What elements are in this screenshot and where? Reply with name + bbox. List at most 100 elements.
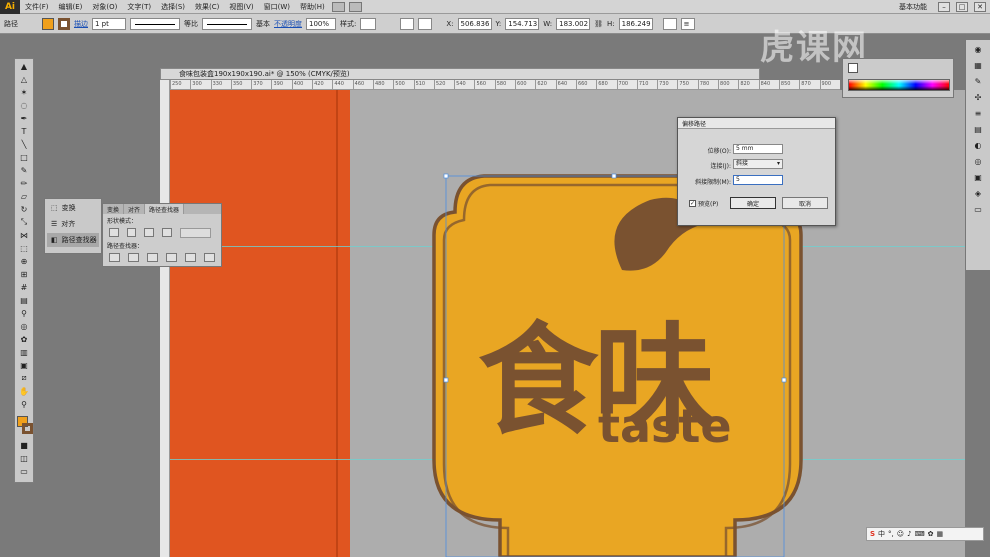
symbols-icon[interactable]: ✣ bbox=[970, 92, 986, 104]
eraser-tool-icon[interactable]: ▱ bbox=[16, 190, 32, 202]
zoom-tool-icon[interactable]: ⚲ bbox=[16, 398, 32, 410]
recolor-icon[interactable] bbox=[400, 17, 415, 30]
color-spectrum[interactable] bbox=[848, 79, 950, 91]
stroke-weight-field[interactable]: 1 pt bbox=[92, 17, 126, 30]
opacity-link[interactable]: 不透明度 bbox=[274, 19, 302, 29]
screen-mode-icon[interactable]: ▭ bbox=[16, 465, 32, 477]
artboards-icon[interactable]: ▭ bbox=[970, 204, 986, 216]
y-field[interactable]: 154.713 bbox=[505, 17, 540, 30]
swatches-icon[interactable]: ▦ bbox=[970, 60, 986, 72]
variable-width-profile[interactable] bbox=[130, 17, 180, 30]
gradient-icon[interactable]: ▤ bbox=[970, 124, 986, 136]
selection-handle[interactable] bbox=[611, 173, 617, 179]
menu-window[interactable]: 窗口(W) bbox=[259, 2, 295, 12]
menu-help[interactable]: 帮助(H) bbox=[295, 2, 330, 12]
transform-options-icon[interactable] bbox=[662, 17, 677, 30]
blend-tool-icon[interactable]: ◎ bbox=[16, 320, 32, 332]
width-tool-icon[interactable]: ⋈ bbox=[16, 229, 32, 241]
appearance-icon[interactable]: ◎ bbox=[970, 156, 986, 168]
menu-select[interactable]: 选择(S) bbox=[156, 2, 190, 12]
eyedropper-icon[interactable]: ⚲ bbox=[16, 307, 32, 319]
scale-tool-icon[interactable]: ⤡ bbox=[16, 216, 32, 228]
line-tool-icon[interactable]: ╲ bbox=[16, 138, 32, 150]
brushes-icon[interactable]: ✎ bbox=[970, 76, 986, 88]
magic-wand-icon[interactable]: ✶ bbox=[16, 86, 32, 98]
width-field[interactable]: 183.002 bbox=[556, 17, 591, 30]
crop-button[interactable] bbox=[166, 253, 177, 262]
slice-tool-icon[interactable]: ⧄ bbox=[16, 372, 32, 384]
keyboard-icon[interactable]: ⌨ bbox=[915, 530, 925, 538]
graphic-styles-icon[interactable]: ▣ bbox=[970, 172, 986, 184]
hand-tool-icon[interactable]: ✋ bbox=[16, 385, 32, 397]
intersect-button[interactable] bbox=[144, 228, 155, 237]
align-panel-button[interactable]: ☰ 对齐 bbox=[47, 217, 99, 231]
divide-button[interactable] bbox=[109, 253, 120, 262]
selection-handle[interactable] bbox=[443, 377, 449, 383]
emoji-icon[interactable]: ☺ bbox=[897, 530, 904, 538]
rectangle-tool-icon[interactable]: □ bbox=[16, 151, 32, 163]
fill-stroke-widget[interactable] bbox=[15, 414, 33, 438]
height-field[interactable]: 186.249 bbox=[618, 17, 653, 30]
brush-definition[interactable] bbox=[202, 17, 252, 30]
layers-icon[interactable]: ◈ bbox=[970, 188, 986, 200]
x-field[interactable]: 506.836 bbox=[457, 17, 492, 30]
draw-mode-icon[interactable]: ◫ bbox=[16, 452, 32, 464]
transparency-icon[interactable]: ◐ bbox=[970, 140, 986, 152]
menu-type[interactable]: 文字(T) bbox=[122, 2, 156, 12]
color-panel-icon[interactable]: ◉ bbox=[970, 44, 986, 56]
selection-tool-icon[interactable]: ▲ bbox=[16, 60, 32, 72]
trim-button[interactable] bbox=[128, 253, 139, 262]
free-transform-icon[interactable]: ⬚ bbox=[16, 242, 32, 254]
symbol-sprayer-icon[interactable]: ✿ bbox=[16, 333, 32, 345]
workspace-switcher[interactable]: 基本功能 bbox=[894, 2, 932, 12]
shape-builder-icon[interactable]: ⊕ bbox=[16, 255, 32, 267]
outline-button[interactable] bbox=[185, 253, 196, 262]
direct-selection-tool-icon[interactable]: △ bbox=[16, 73, 32, 85]
minimize-icon[interactable]: – bbox=[938, 2, 950, 12]
transform-panel-button[interactable]: ⬚ 变换 bbox=[47, 201, 99, 215]
stroke-icon[interactable]: ≡ bbox=[970, 108, 986, 120]
minus-front-button[interactable] bbox=[126, 228, 137, 237]
punctuation-icon[interactable]: °, bbox=[888, 530, 894, 538]
lasso-tool-icon[interactable]: ◌ bbox=[16, 99, 32, 111]
perspective-grid-icon[interactable]: ⊞ bbox=[16, 268, 32, 280]
cancel-button[interactable]: 取消 bbox=[782, 197, 828, 209]
offset-input[interactable]: 5 mm bbox=[733, 144, 783, 154]
document-tab[interactable]: 食味包装盒190x190x190.ai* @ 150% (CMYK/预览) bbox=[160, 68, 760, 80]
selection-handle[interactable] bbox=[443, 173, 449, 179]
voice-icon[interactable]: ♪ bbox=[907, 530, 911, 538]
stroke-swatch[interactable] bbox=[58, 17, 70, 30]
horizontal-ruler[interactable]: 250 300 330 350 370 390 400 420 440 460 480 500 510 5… bbox=[170, 80, 840, 90]
opacity-field[interactable]: 100% bbox=[306, 17, 336, 30]
menu-view[interactable]: 视图(V) bbox=[224, 2, 258, 12]
unite-button[interactable] bbox=[109, 228, 119, 237]
mesh-tool-icon[interactable]: # bbox=[16, 281, 32, 293]
selection-handle[interactable] bbox=[781, 377, 787, 383]
pathfinder-panel-button[interactable]: ◧ 路径查找器 bbox=[47, 233, 99, 247]
miter-limit-input[interactable]: 5 bbox=[733, 175, 783, 185]
toolbox-icon[interactable]: ▦ bbox=[937, 530, 944, 538]
tab-transform[interactable]: 变换 bbox=[103, 204, 125, 214]
menu-edit[interactable]: 编辑(E) bbox=[54, 2, 88, 12]
vertical-ruler[interactable] bbox=[160, 80, 170, 557]
expand-button[interactable] bbox=[179, 228, 212, 238]
bridge-icon[interactable] bbox=[331, 1, 345, 12]
align-icon[interactable] bbox=[418, 17, 433, 30]
type-tool-icon[interactable]: T bbox=[16, 125, 32, 137]
preview-toggle[interactable]: ✓ 预览(P) bbox=[689, 199, 718, 208]
menu-file[interactable]: 文件(F) bbox=[20, 2, 54, 12]
pen-tool-icon[interactable]: ✒ bbox=[16, 112, 32, 124]
color-fill-swatch[interactable] bbox=[848, 63, 858, 73]
tab-pathfinder[interactable]: 路径查找器 bbox=[145, 204, 185, 214]
menu-object[interactable]: 对象(O) bbox=[87, 2, 122, 12]
arrange-documents-icon[interactable] bbox=[348, 1, 362, 12]
stroke-color-swatch[interactable] bbox=[22, 423, 33, 434]
exclude-button[interactable] bbox=[162, 228, 172, 237]
tab-align[interactable]: 对齐 bbox=[124, 204, 146, 214]
preview-checkbox[interactable]: ✓ bbox=[689, 200, 696, 207]
color-mode-icon[interactable]: ■ bbox=[16, 439, 32, 451]
menu-effect[interactable]: 效果(C) bbox=[190, 2, 224, 12]
skin-icon[interactable]: ✿ bbox=[928, 530, 934, 538]
panel-menu-icon[interactable]: ≡ bbox=[680, 17, 695, 30]
link-icon[interactable]: ⛓ bbox=[594, 20, 603, 28]
